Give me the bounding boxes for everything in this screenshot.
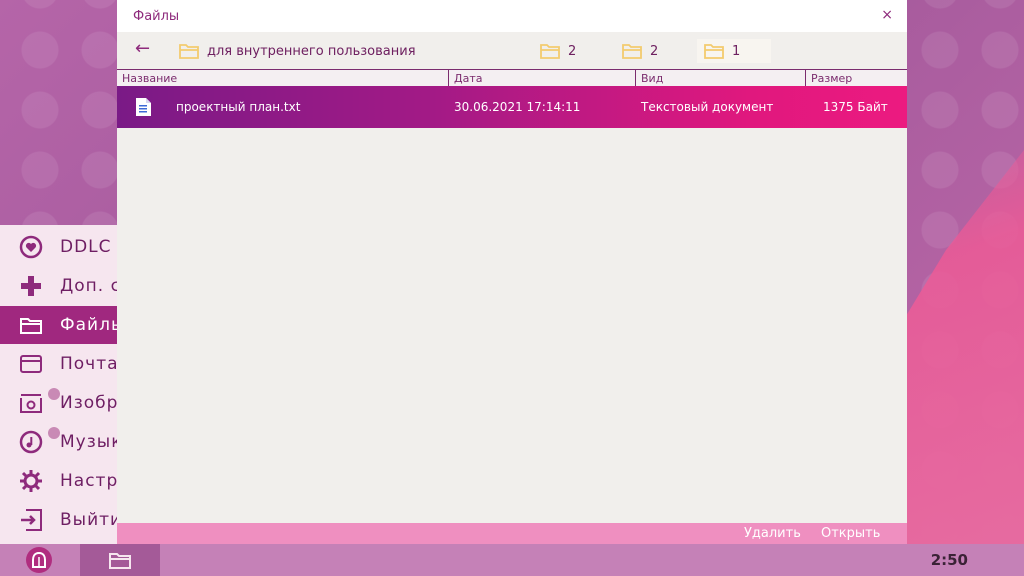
- plus-icon: [12, 267, 50, 305]
- image-icon: [12, 384, 60, 422]
- menu-item-label: Файль: [60, 315, 122, 335]
- column-size-header[interactable]: Размер: [805, 70, 907, 87]
- file-name: проектный план.txt: [176, 100, 301, 114]
- file-row[interactable]: проектный план.txt 30.06.2021 17:14:11 Т…: [117, 86, 907, 128]
- file-date: 30.06.2021 17:14:11: [454, 100, 581, 114]
- folder-icon: [704, 44, 724, 59]
- notification-badge: [48, 388, 60, 400]
- breadcrumb-label: 2: [568, 43, 577, 59]
- folder-icon: [622, 44, 642, 59]
- column-name-header[interactable]: Название: [117, 70, 448, 87]
- notification-badge: [48, 427, 60, 439]
- menu-item-images[interactable]: Изобр: [0, 384, 130, 422]
- open-button[interactable]: Открыть: [821, 526, 880, 541]
- exit-icon: [12, 501, 50, 539]
- taskbar: 2:50: [0, 544, 1024, 576]
- file-type: Текстовый документ: [641, 100, 774, 114]
- breadcrumb-label: 2: [650, 43, 659, 59]
- menu-item-label: Доп. с: [60, 276, 121, 296]
- path-toolbar: ← для внутреннего пользования 2 2 1: [117, 32, 907, 69]
- column-date-header[interactable]: Дата: [448, 70, 635, 87]
- start-button[interactable]: [26, 547, 52, 573]
- taskbar-files-app[interactable]: [80, 544, 160, 576]
- menu-item-mail[interactable]: Почта: [0, 345, 130, 383]
- menu-item-settings[interactable]: Настро: [0, 462, 130, 500]
- menu-item-label: Изобр: [60, 393, 119, 413]
- column-type-header[interactable]: Вид: [635, 70, 805, 87]
- close-button[interactable]: ×: [881, 7, 893, 23]
- breadcrumb-folder-2a[interactable]: 2: [540, 39, 576, 63]
- file-size: 1375 Байт: [823, 100, 888, 114]
- start-menu: DDLC Доп. с Файль Почта Изобр Музык Наст…: [0, 225, 130, 545]
- window-title: Файлы: [133, 9, 180, 24]
- breadcrumb-label: 1: [732, 43, 741, 59]
- back-button[interactable]: ←: [135, 38, 150, 59]
- breadcrumb-folder-internal[interactable]: для внутреннего пользования: [179, 39, 416, 63]
- menu-item-label: DDLC: [60, 237, 112, 257]
- menu-item-label: Почта: [60, 354, 119, 374]
- folder-icon: [179, 44, 199, 59]
- mail-icon: [12, 345, 50, 383]
- folder-icon: [12, 306, 50, 344]
- menu-item-label: Музык: [60, 432, 123, 452]
- gear-icon: [12, 462, 50, 500]
- window-titlebar: Файлы ×: [117, 0, 907, 32]
- music-icon: [12, 423, 60, 461]
- action-bar: Удалить Открыть: [117, 523, 907, 544]
- delete-button[interactable]: Удалить: [744, 526, 801, 541]
- breadcrumb-folder-2b[interactable]: 2: [622, 39, 658, 63]
- logo-icon: [32, 551, 46, 568]
- folder-icon: [540, 44, 560, 59]
- menu-item-music[interactable]: Музык: [0, 423, 130, 461]
- text-file-icon: [136, 98, 151, 116]
- heart-icon: [12, 228, 50, 266]
- column-header: Название Дата Вид Размер: [117, 69, 907, 87]
- taskbar-clock: 2:50: [930, 551, 968, 569]
- breadcrumb-folder-1[interactable]: 1: [697, 39, 771, 63]
- menu-item-label: Выйти: [60, 510, 123, 530]
- menu-item-ddlc[interactable]: DDLC: [0, 228, 130, 266]
- folder-icon: [109, 553, 131, 569]
- menu-item-exit[interactable]: Выйти: [0, 501, 130, 539]
- menu-item-files[interactable]: Файль: [0, 306, 130, 344]
- file-manager-window: Файлы × ← для внутреннего пользования 2 …: [117, 0, 907, 544]
- breadcrumb-label: для внутреннего пользования: [207, 43, 416, 59]
- menu-item-extras[interactable]: Доп. с: [0, 267, 130, 305]
